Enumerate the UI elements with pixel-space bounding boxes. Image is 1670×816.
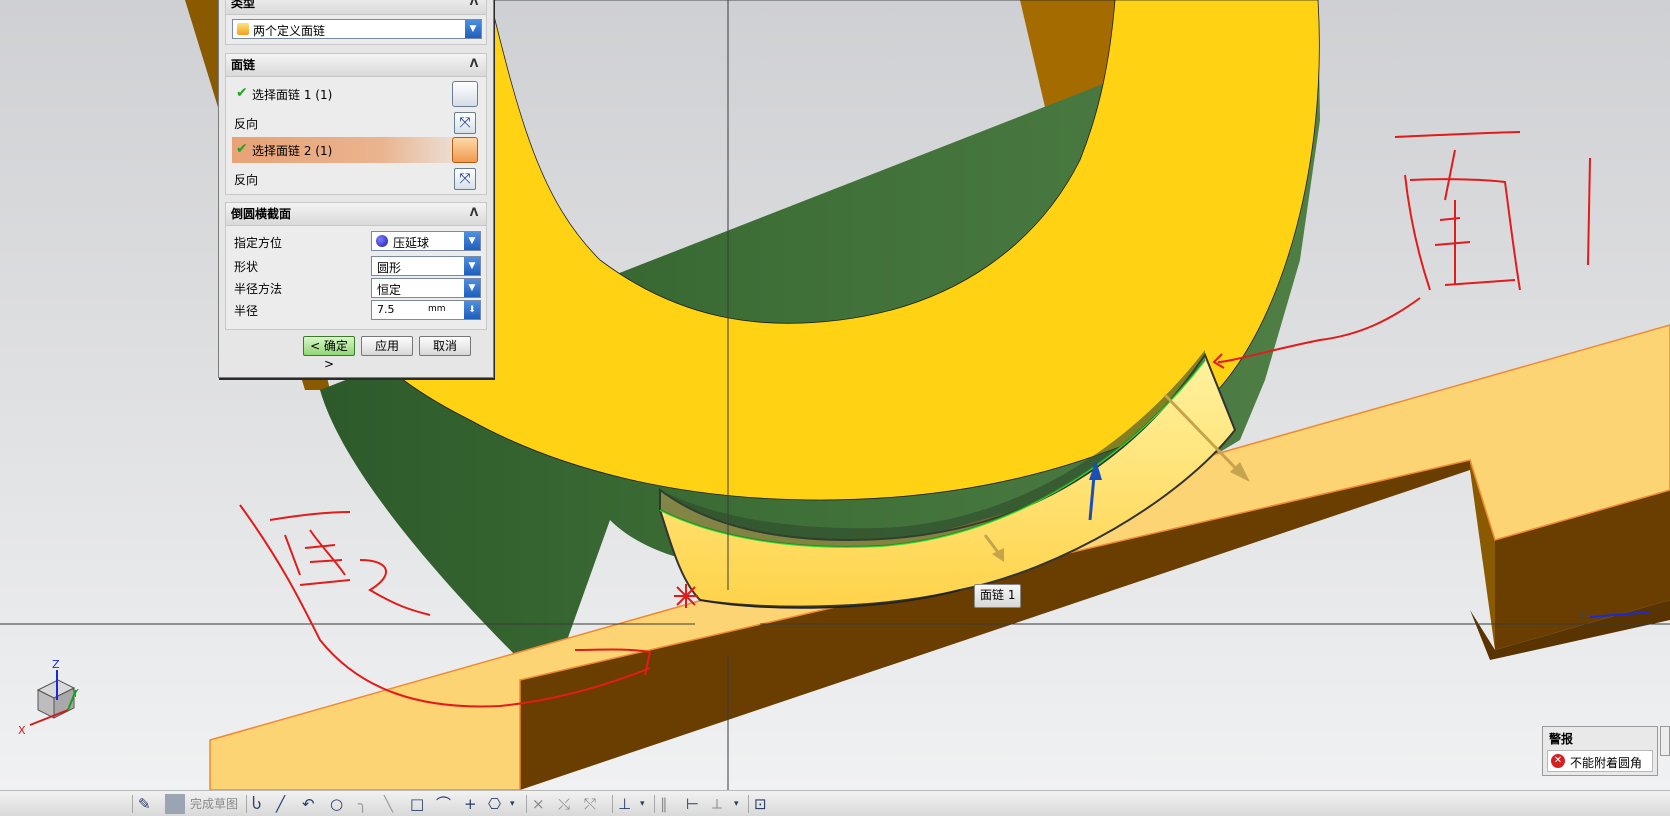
reverse-1-label: 反向 — [234, 117, 259, 131]
sketch-toolbar: ✎ 完成草图 Ⴑ ╱ ↶ ○ ╮ ╲ □ ⌒ + ⎔ ▾ ⨯ ⤯ ⤲ ⊥ ▾ ∥… — [0, 790, 1670, 816]
quick-trim-icon[interactable]: ⨯ — [532, 793, 545, 815]
radius-method-value: 恒定 — [377, 283, 402, 297]
face-fillet-dialog: 类型 ᐱ 两个定义面链 ▼ 面链 ᐱ ✔ 选择面链 1 (1) 反向 ⤧ ✔ 选… — [218, 0, 494, 378]
dimension-icon[interactable]: ⊢ — [686, 793, 699, 815]
chevron-down-icon[interactable]: ▾ — [640, 793, 645, 815]
type-group-title: 类型 — [231, 0, 256, 10]
dialog-button-bar: < 确定 > 应用 取消 — [219, 336, 493, 371]
type-dropdown-value: 两个定义面链 — [253, 24, 326, 38]
reverse-2-row: 反向 ⤧ — [232, 166, 480, 192]
orientation-value: 压延球 — [393, 236, 430, 250]
radius-value[interactable]: 7.5 — [377, 303, 395, 316]
fillet-icon[interactable]: ╮ — [358, 793, 367, 815]
collapse-icon[interactable]: ᐱ — [467, 57, 481, 71]
offset-curve-icon[interactable]: ⎔ — [488, 793, 501, 815]
shape-value: 圆形 — [377, 261, 402, 275]
chevron-down-icon[interactable]: ▼ — [464, 232, 480, 250]
radius-label: 半径 — [234, 304, 259, 318]
warning-message-row[interactable]: ✕ 不能附着圆角 — [1547, 750, 1653, 772]
toolbar-separator — [748, 795, 749, 813]
orientation-label: 指定方位 — [234, 236, 283, 250]
select-face-chain-1-row[interactable]: ✔ 选择面链 1 (1) — [232, 81, 480, 107]
select-face-chain-1-label: 选择面链 1 (1) — [252, 88, 333, 102]
select-face-chain-2-row[interactable]: ✔ 选择面链 2 (1) — [232, 137, 480, 163]
radius-unit: mm — [428, 304, 446, 314]
reverse-direction-1-button[interactable]: ⤧ — [454, 112, 476, 134]
warning-title: 警报 — [1549, 732, 1574, 746]
shape-label: 形状 — [234, 260, 259, 274]
warning-panel: 警报 ✕ 不能附着圆角 — [1542, 726, 1658, 776]
toolbar-separator — [132, 795, 133, 813]
cross-section-group-title: 倒圆横截面 — [231, 207, 292, 221]
radius-method-dropdown[interactable]: 恒定 ▼ — [371, 278, 481, 298]
chevron-down-icon[interactable]: ▼ — [465, 20, 481, 38]
display-constraints-icon[interactable]: ⟂ — [712, 793, 722, 815]
toolbar-separator — [654, 795, 655, 813]
panel-edge — [1660, 726, 1670, 756]
make-corner-icon[interactable]: ⤲ — [584, 793, 596, 815]
arrow-down-icon[interactable]: ⬇ — [464, 301, 480, 319]
face-chain-tooltip: 面链 1 — [974, 584, 1022, 608]
type-group: 类型 ᐱ 两个定义面链 ▼ — [225, 0, 487, 45]
view-axis-x-label: X — [1578, 609, 1586, 623]
face-chain-group: 面链 ᐱ ✔ 选择面链 1 (1) 反向 ⤧ ✔ 选择面链 2 (1) 反向 ⤧ — [225, 53, 487, 195]
chevron-down-icon[interactable]: ▼ — [464, 257, 480, 275]
collapse-icon[interactable]: ᐱ — [467, 0, 481, 9]
type-group-header[interactable]: 类型 ᐱ — [226, 0, 486, 15]
constraints-icon[interactable]: ⊥ — [618, 793, 631, 815]
toolbar-separator — [612, 795, 613, 813]
sketch-icon[interactable]: ✎ — [138, 793, 151, 815]
arc-icon[interactable]: ↶ — [302, 793, 315, 815]
polygon-icon[interactable]: ⌒ — [436, 793, 451, 815]
shape-dropdown[interactable]: 圆形 ▼ — [371, 256, 481, 276]
select-face-2-button[interactable] — [452, 137, 478, 163]
triad-y-label: Y — [71, 687, 79, 700]
circle-icon[interactable]: ○ — [330, 793, 343, 815]
convert-reference-icon[interactable]: ⊡ — [754, 793, 767, 815]
face-chain-group-header[interactable]: 面链 ᐱ — [226, 54, 486, 77]
error-icon: ✕ — [1551, 754, 1565, 768]
cross-section-group-header[interactable]: 倒圆横截面 ᐱ — [226, 203, 486, 226]
warning-message: 不能附着圆角 — [1570, 756, 1643, 770]
rolling-ball-icon — [376, 235, 388, 247]
reverse-direction-2-button[interactable]: ⤧ — [454, 168, 476, 190]
toolbar-separator — [526, 795, 527, 813]
cancel-button[interactable]: 取消 — [419, 336, 471, 356]
chevron-down-icon[interactable]: ▾ — [510, 793, 515, 815]
quick-extend-icon[interactable]: ⤯ — [558, 793, 570, 815]
apply-button[interactable]: 应用 — [361, 336, 413, 356]
cross-section-group: 倒圆横截面 ᐱ 指定方位 压延球 ▼ 形状 圆形 ▼ 半径方法 恒定 ▼ 半径 … — [225, 202, 487, 330]
orientation-dropdown[interactable]: 压延球 ▼ — [371, 231, 481, 251]
selection-star-marker — [674, 584, 698, 608]
check-icon: ✔ — [236, 141, 248, 157]
toolbar-separator — [246, 795, 247, 813]
chevron-down-icon[interactable]: ▼ — [464, 279, 480, 297]
face-chain-group-title: 面链 — [231, 58, 256, 72]
triad-z-label: Z — [52, 658, 60, 671]
auto-constrain-icon[interactable]: ∥ — [660, 793, 668, 815]
ok-button[interactable]: < 确定 > — [303, 336, 355, 371]
finish-sketch-icon[interactable] — [165, 794, 185, 814]
select-face-1-button[interactable] — [452, 81, 478, 107]
chevron-down-icon[interactable]: ▾ — [734, 793, 739, 815]
finish-sketch-label[interactable]: 完成草图 — [190, 793, 238, 815]
reverse-1-row: 反向 ⤧ — [232, 110, 480, 136]
select-face-chain-2-label: 选择面链 2 (1) — [252, 144, 333, 158]
collapse-icon[interactable]: ᐱ — [467, 206, 481, 220]
reverse-2-label: 反向 — [234, 173, 259, 187]
face-chain-type-icon — [237, 23, 249, 35]
rectangle-icon[interactable]: □ — [410, 793, 424, 815]
point-icon[interactable]: + — [464, 793, 477, 815]
radius-method-label: 半径方法 — [234, 282, 283, 296]
type-dropdown[interactable]: 两个定义面链 ▼ — [232, 19, 482, 39]
radius-input[interactable]: 7.5 mm ⬇ — [371, 300, 481, 320]
chamfer-icon[interactable]: ╲ — [384, 793, 393, 815]
triad-x-label: X — [18, 724, 26, 737]
check-icon: ✔ — [236, 85, 248, 101]
profile-icon[interactable]: Ⴑ — [252, 793, 261, 815]
line-icon[interactable]: ╱ — [276, 793, 285, 815]
